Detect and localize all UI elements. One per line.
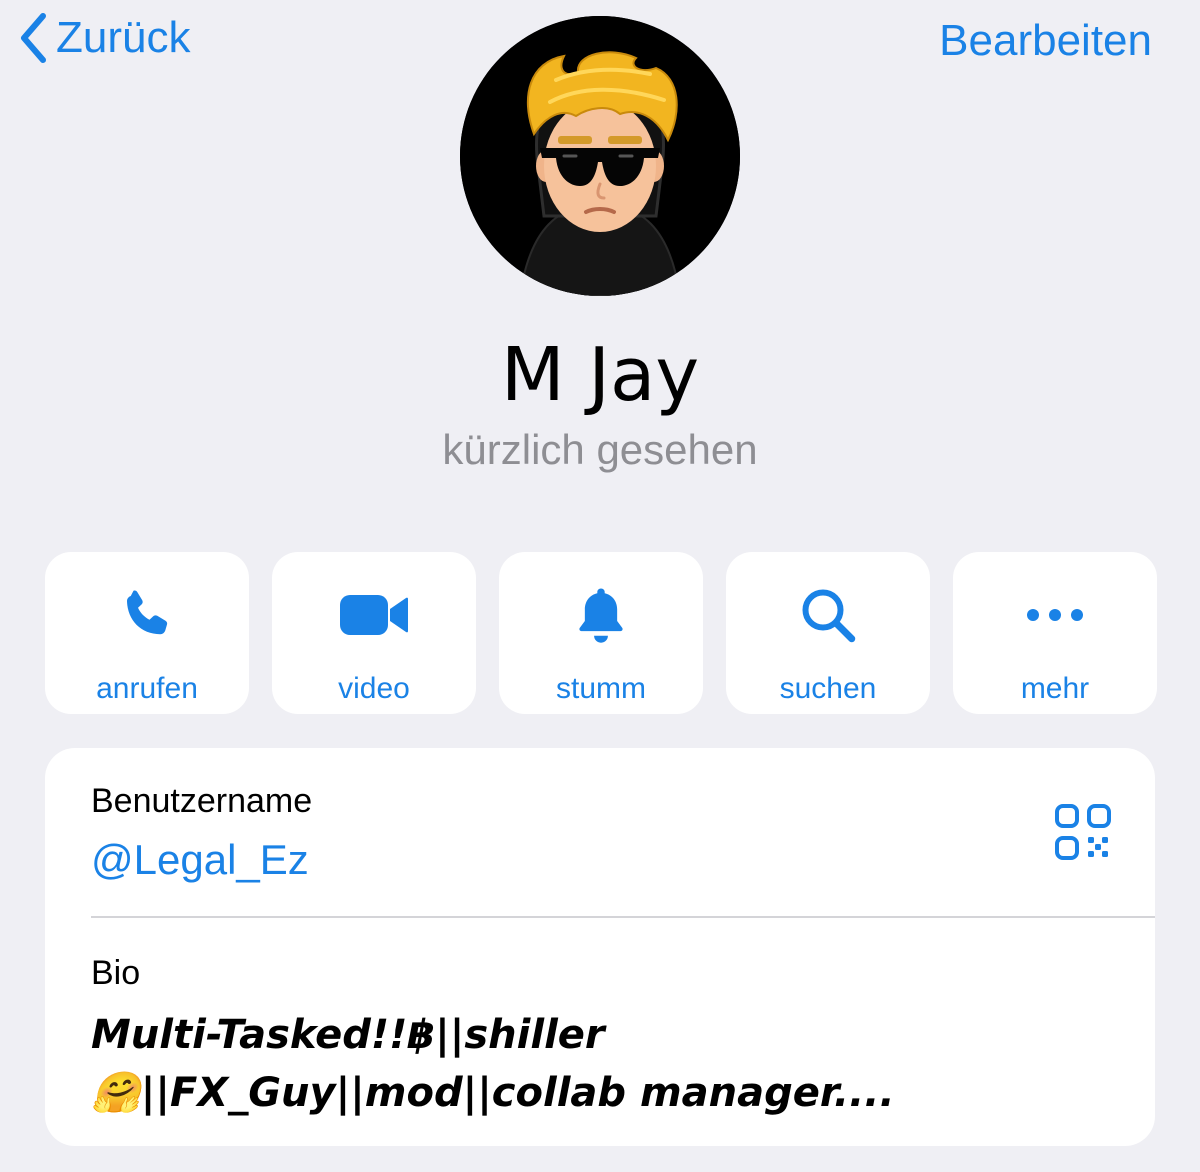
- search-icon: [798, 582, 858, 648]
- more-label: mehr: [1020, 672, 1090, 705]
- call-label: anrufen: [96, 672, 198, 705]
- last-seen-status: kürzlich gesehen: [442, 426, 758, 473]
- mute-button[interactable]: stumm: [499, 552, 703, 714]
- more-button[interactable]: mehr: [953, 552, 1157, 714]
- chevron-left-icon: [18, 12, 48, 64]
- info-card: Benutzername @Legal_Ez Bio Multi-Tasked!…: [45, 748, 1155, 1146]
- search-label: suchen: [779, 672, 877, 705]
- bio-text: Multi-Tasked!!฿||shiller 🤗||FX_Guy||mod|…: [91, 1012, 895, 1116]
- video-button[interactable]: video: [272, 552, 476, 714]
- avatar[interactable]: [460, 16, 740, 296]
- edit-button[interactable]: Bearbeiten: [939, 16, 1152, 66]
- divider: [91, 916, 1155, 918]
- search-button[interactable]: suchen: [726, 552, 930, 714]
- cartoon-avatar-image: [460, 16, 740, 296]
- profile-name: M Jay: [500, 332, 700, 418]
- mute-label: stumm: [556, 672, 646, 705]
- more-icon: [1023, 582, 1087, 648]
- back-label: Zurück: [56, 13, 191, 62]
- call-button[interactable]: anrufen: [45, 552, 249, 714]
- bio-label: Bio: [91, 954, 141, 992]
- username-label: Benutzername: [91, 782, 313, 820]
- video-label: video: [338, 672, 410, 705]
- action-bar: anrufen video stumm suchen mehr: [45, 552, 1157, 714]
- back-button[interactable]: Zurück: [18, 12, 190, 64]
- bell-icon: [573, 582, 629, 648]
- phone-icon: [117, 582, 177, 648]
- video-camera-icon: [338, 582, 410, 648]
- username-value[interactable]: @Legal_Ez: [91, 836, 309, 884]
- qr-code-icon[interactable]: [1055, 804, 1111, 865]
